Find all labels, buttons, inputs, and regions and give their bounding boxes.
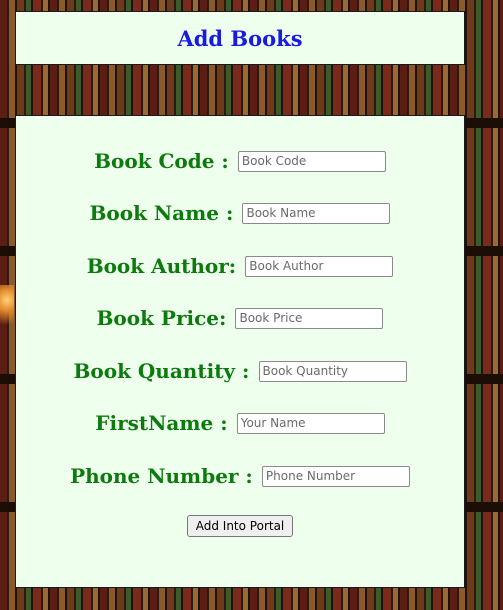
book-code-label: Book Code : bbox=[94, 149, 229, 173]
field-row-book-price: Book Price: bbox=[16, 306, 464, 330]
book-author-input[interactable] bbox=[245, 255, 394, 277]
book-price-input[interactable] bbox=[235, 307, 384, 329]
phone-number-input[interactable] bbox=[261, 465, 410, 487]
page-title: Add Books bbox=[177, 26, 303, 51]
field-row-book-name: Book Name : bbox=[16, 201, 464, 225]
book-code-input[interactable] bbox=[237, 150, 386, 172]
phone-number-label: Phone Number : bbox=[70, 464, 253, 488]
field-row-first-name: FirstName : bbox=[16, 411, 464, 435]
book-quantity-input[interactable] bbox=[258, 360, 407, 382]
header-panel: Add Books bbox=[15, 11, 465, 65]
book-author-label: Book Author: bbox=[86, 254, 237, 278]
candle-light bbox=[0, 285, 14, 335]
book-quantity-label: Book Quantity : bbox=[73, 359, 250, 383]
book-price-label: Book Price: bbox=[96, 306, 227, 330]
book-name-input[interactable] bbox=[242, 202, 391, 224]
field-row-book-quantity: Book Quantity : bbox=[16, 359, 464, 383]
field-row-phone-number: Phone Number : bbox=[16, 464, 464, 488]
field-row-book-code: Book Code : bbox=[16, 149, 464, 173]
field-row-book-author: Book Author: bbox=[16, 254, 464, 278]
add-into-portal-button[interactable]: Add Into Portal bbox=[186, 515, 294, 537]
submit-row: Add Into Portal bbox=[16, 515, 464, 537]
book-name-label: Book Name : bbox=[89, 201, 234, 225]
first-name-input[interactable] bbox=[236, 412, 385, 434]
add-books-form: Book Code : Book Name : Book Author: Boo… bbox=[15, 115, 465, 588]
first-name-label: FirstName : bbox=[95, 411, 228, 435]
